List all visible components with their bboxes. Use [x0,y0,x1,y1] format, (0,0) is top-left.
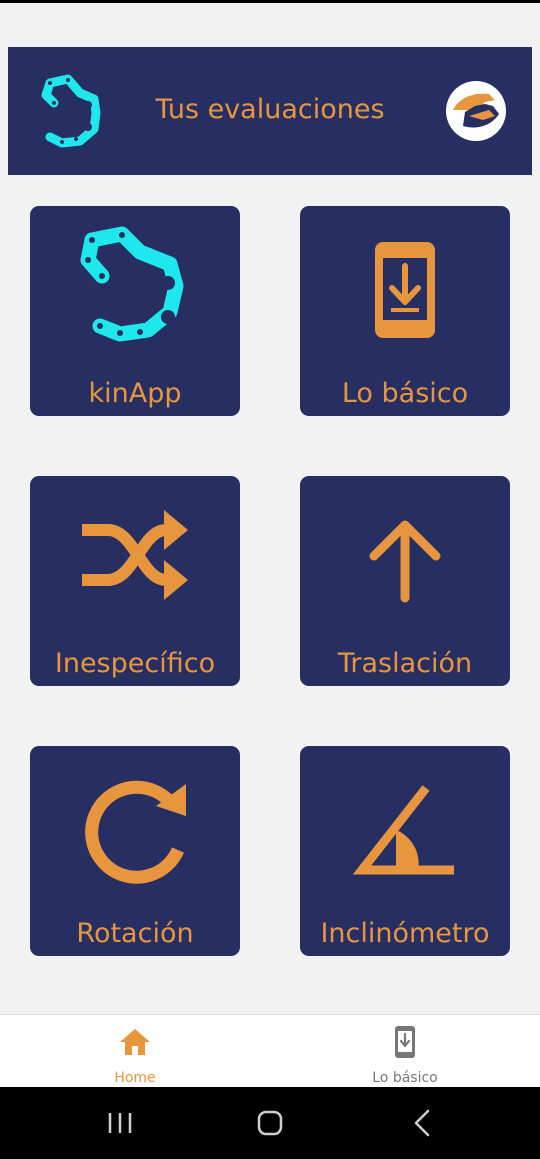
app-header: Tus evaluaciones [8,47,532,175]
home-icon [120,1029,150,1055]
recent-apps-icon[interactable] [100,1105,140,1141]
kinapp-chain-icon [80,226,184,342]
arrow-up-icon [369,520,441,603]
bottom-navigation: Home Lo básico [0,1014,540,1087]
system-navigation-bar [0,1087,540,1159]
tile-label: Traslación [337,648,473,679]
nav-lo-basico-label: Lo básico [372,1070,438,1086]
tile-lo-basico[interactable]: Lo básico [300,206,510,416]
tile-label: Inclinómetro [320,918,490,949]
tile-traslacion[interactable]: Traslación [300,476,510,686]
angle-icon [352,785,454,875]
shuffle-icon [82,510,188,600]
tile-label: Inespecífico [54,648,216,679]
tile-label: Lo básico [341,378,469,409]
nav-home[interactable]: Home [0,1015,270,1088]
phone-download-icon [375,242,435,338]
tile-inclinometro[interactable]: Inclinómetro [300,746,510,956]
phone-download-icon [395,1026,415,1058]
tile-rotacion[interactable]: Rotación [30,746,240,956]
tile-label: kinApp [88,378,182,409]
tile-kinapp[interactable]: kinApp [30,206,240,416]
back-icon[interactable] [402,1105,442,1141]
tile-label: Rotación [76,918,194,949]
nav-lo-basico[interactable]: Lo básico [270,1015,540,1088]
home-system-icon[interactable] [250,1105,290,1141]
status-bar-edge [0,0,540,3]
tile-inespecifico[interactable]: Inespecífico [30,476,240,686]
rotate-icon [85,780,186,884]
nav-home-label: Home [114,1070,156,1086]
hands-logo-icon [446,81,506,141]
